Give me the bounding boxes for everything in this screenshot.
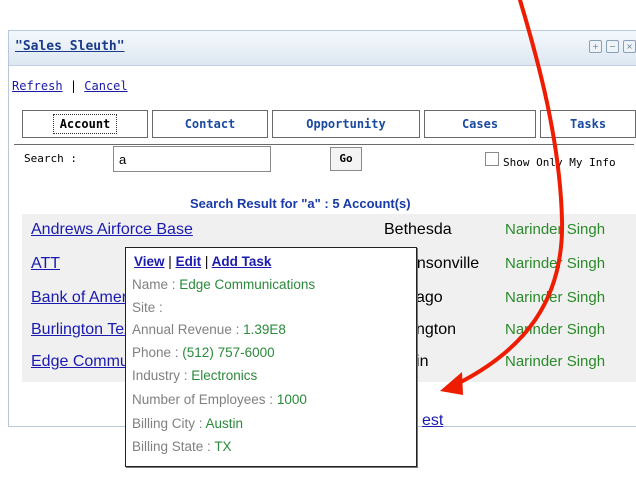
annotation-arrow-icon: [440, 0, 565, 395]
